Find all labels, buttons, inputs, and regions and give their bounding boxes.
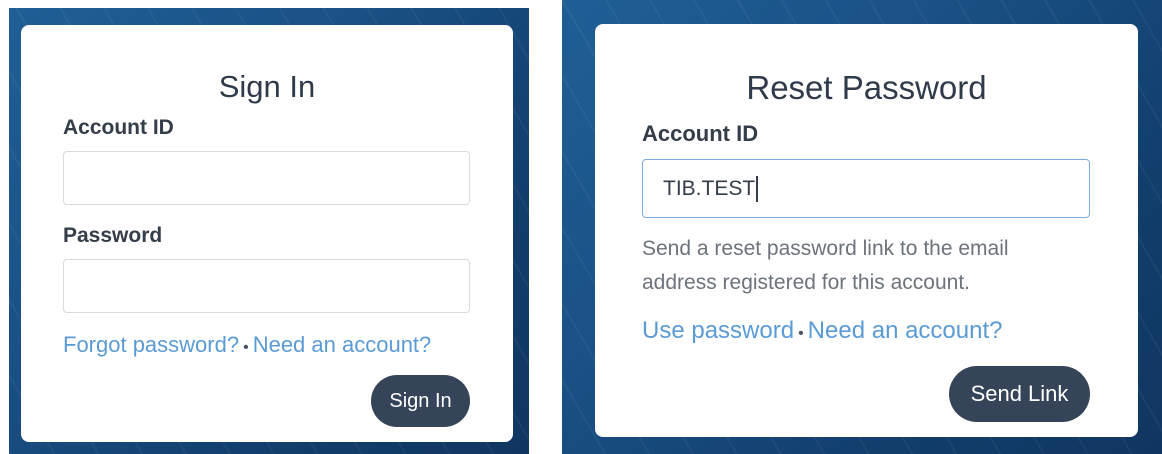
signin-card: Sign In Account ID Password Forgot passw… — [21, 25, 513, 442]
need-account-link[interactable]: Need an account? — [253, 332, 432, 357]
password-label: Password — [63, 224, 163, 247]
reset-links: Use password • Need an account? — [642, 317, 1002, 345]
account-id-input[interactable] — [63, 151, 470, 205]
password-input[interactable] — [63, 259, 470, 313]
signin-background: Sign In Account ID Password Forgot passw… — [9, 8, 529, 454]
use-password-link[interactable]: Use password — [642, 317, 794, 344]
text-cursor — [756, 176, 758, 203]
reset-need-account-link[interactable]: Need an account? — [808, 317, 1003, 344]
link-separator: • — [243, 339, 249, 356]
sign-in-button[interactable]: Sign In — [371, 375, 470, 427]
reset-account-id-value: TIB.TEST — [663, 177, 756, 200]
reset-title: Reset Password — [746, 69, 987, 106]
forgot-password-link[interactable]: Forgot password? — [63, 332, 239, 357]
link-separator: • — [798, 325, 804, 342]
account-id-label: Account ID — [63, 116, 174, 139]
reset-account-id-label: Account ID — [642, 121, 759, 146]
reset-helper-text: Send a reset password link to the email … — [642, 237, 1009, 294]
signin-links: Forgot password? • Need an account? — [63, 332, 431, 358]
signin-title: Sign In — [218, 69, 316, 104]
reset-card: Reset Password Account ID TIB.TEST Send … — [595, 24, 1138, 437]
reset-account-id-input[interactable]: TIB.TEST — [642, 159, 1090, 218]
reset-background: Reset Password Account ID TIB.TEST Send … — [562, 0, 1162, 454]
send-link-button[interactable]: Send Link — [949, 366, 1090, 422]
